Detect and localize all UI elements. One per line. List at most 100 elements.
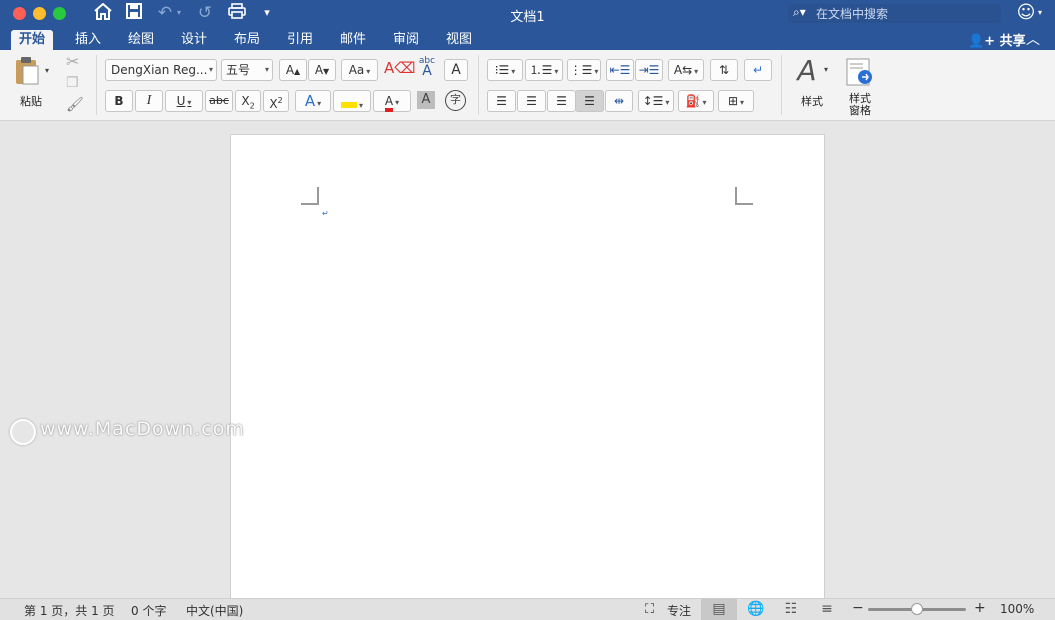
- character-shading-icon[interactable]: A: [417, 91, 435, 109]
- borders-button[interactable]: ⊞ ▾: [718, 90, 754, 112]
- paste-icon[interactable]: [13, 56, 41, 86]
- enclose-char-text: 字: [450, 93, 461, 106]
- shrink-font-button[interactable]: A▼: [308, 59, 336, 81]
- search-input[interactable]: [816, 5, 996, 22]
- tab-references[interactable]: 引用: [279, 30, 321, 50]
- share-button[interactable]: 👤+ 共享: [968, 30, 1026, 49]
- focus-label[interactable]: 专注: [667, 602, 691, 619]
- italic-button[interactable]: I: [135, 90, 163, 112]
- tab-insert[interactable]: 插入: [67, 30, 109, 50]
- tab-mailings[interactable]: 邮件: [332, 30, 374, 50]
- search-box[interactable]: ⌕▾: [788, 4, 1001, 23]
- align-center-button[interactable]: ☰: [517, 90, 546, 112]
- font-size-select[interactable]: 五号 ▾: [221, 59, 273, 81]
- tab-review[interactable]: 审阅: [385, 30, 427, 50]
- align-right-button[interactable]: ☰: [547, 90, 576, 112]
- zoom-out-icon[interactable]: −: [852, 600, 864, 616]
- align-left-button[interactable]: ☰: [487, 90, 516, 112]
- highlighter-icon: [340, 102, 357, 108]
- clear-formatting-icon[interactable]: A⌫: [384, 59, 415, 77]
- text-effects-button[interactable]: A ▾: [295, 90, 331, 112]
- outline-view-icon[interactable]: ☷: [773, 599, 809, 620]
- cut-icon[interactable]: ✂: [66, 52, 79, 71]
- paste-label: 粘贴: [20, 95, 42, 108]
- change-case-button[interactable]: Aa ▾: [341, 59, 378, 81]
- font-name-value: DengXian Reg...: [111, 63, 208, 77]
- tab-view[interactable]: 视图: [438, 30, 480, 50]
- line-spacing-button[interactable]: ↕☰ ▾: [638, 90, 674, 112]
- paint-bucket-icon: ⛽: [685, 94, 701, 108]
- styles-pane-icon[interactable]: [845, 57, 875, 87]
- font-color-button[interactable]: A ▾: [373, 90, 411, 112]
- smiley-icon[interactable]: ☺: [1016, 3, 1036, 23]
- character-border-icon: A: [451, 62, 461, 78]
- superscript-button[interactable]: X2: [263, 90, 289, 112]
- web-layout-view-icon[interactable]: 🌐: [738, 599, 774, 620]
- sort-button[interactable]: ⇅: [710, 59, 738, 81]
- page-count[interactable]: 第 1 页，共 1 页: [24, 602, 115, 619]
- font-size-value: 五号: [226, 63, 251, 77]
- grow-font-button[interactable]: A▲: [279, 59, 307, 81]
- distributed-button[interactable]: ⇹: [605, 90, 633, 112]
- shading-button[interactable]: ⛽ ▾: [678, 90, 714, 112]
- strikethrough-button[interactable]: abc: [205, 90, 233, 112]
- numbering-button[interactable]: ⒈☰ ▾: [525, 59, 563, 81]
- underline-button[interactable]: U ▾: [165, 90, 203, 112]
- zoom-in-icon[interactable]: +: [974, 600, 986, 616]
- chevron-down-icon: ▾: [208, 65, 213, 74]
- align-left-icon: ☰: [496, 94, 507, 108]
- text-direction-icon: A⇆: [673, 63, 693, 77]
- font-name-select[interactable]: DengXian Reg... ▾: [105, 59, 217, 81]
- tab-draw[interactable]: 绘图: [120, 30, 162, 50]
- enclose-characters-icon[interactable]: 字: [445, 90, 466, 111]
- show-formatting-marks-button[interactable]: ↵: [744, 59, 772, 81]
- format-painter-icon[interactable]: 🖌: [66, 97, 84, 113]
- bold-button[interactable]: B: [105, 90, 133, 112]
- multilevel-list-button[interactable]: ⋮☰ ▾: [567, 59, 601, 81]
- increase-indent-button[interactable]: ⇥☰: [635, 59, 663, 81]
- styles-label: 样式: [801, 95, 823, 108]
- bold-icon: B: [114, 94, 124, 108]
- numbering-icon: ⒈☰: [529, 63, 553, 77]
- character-shading-letter: A: [421, 92, 431, 107]
- paste-dropdown-icon[interactable]: ▾: [45, 66, 49, 75]
- styles-icon[interactable]: A: [793, 54, 821, 87]
- character-border-button[interactable]: A: [444, 59, 468, 81]
- divider: [781, 55, 782, 115]
- draft-view-icon[interactable]: ≡: [809, 599, 845, 620]
- sort-icon: ⇅: [718, 63, 730, 77]
- ribbon-tab-bar: 开始 插入 绘图 设计 布局 引用 邮件 审阅 视图 👤+ 共享 ︿: [0, 27, 1055, 50]
- decrease-indent-icon: ⇤☰: [609, 63, 631, 77]
- bullets-icon: ⁝☰: [494, 63, 510, 77]
- superscript-mark: 2: [277, 96, 283, 105]
- bullets-button[interactable]: ⁝☰ ▾: [487, 59, 523, 81]
- search-icon: ⌕▾: [793, 5, 806, 19]
- feedback-dropdown-icon[interactable]: ▾: [1035, 3, 1045, 23]
- subscript-button[interactable]: X2: [235, 90, 261, 112]
- word-count[interactable]: 0 个字: [131, 602, 166, 619]
- styles-dropdown-icon[interactable]: ▾: [824, 65, 828, 74]
- zoom-level[interactable]: 100%: [1000, 602, 1034, 616]
- print-layout-view-icon[interactable]: ▤: [701, 599, 737, 620]
- tab-design[interactable]: 设计: [173, 30, 215, 50]
- tab-layout[interactable]: 布局: [226, 30, 268, 50]
- document-workspace: ↵ www.MacDown.com: [0, 121, 1055, 604]
- zoom-slider-thumb[interactable]: [911, 603, 923, 615]
- right-margin-corner: [735, 187, 753, 205]
- copy-icon[interactable]: ❐: [66, 75, 79, 91]
- collapse-ribbon-icon[interactable]: ︿: [1026, 29, 1040, 49]
- language-status[interactable]: 中文(中国): [186, 602, 243, 619]
- phonetic-guide-icon[interactable]: abc A: [414, 56, 440, 78]
- focus-icon[interactable]: ⛶: [645, 602, 654, 617]
- zoom-slider[interactable]: [868, 603, 966, 615]
- text-direction-button[interactable]: A⇆ ▾: [668, 59, 704, 81]
- justify-button[interactable]: ☰: [575, 90, 604, 112]
- phonetic-bottom: A: [422, 63, 432, 79]
- add-person-icon: 👤+: [968, 34, 996, 49]
- document-page[interactable]: ↵: [230, 134, 825, 604]
- tab-home[interactable]: 开始: [11, 30, 54, 50]
- decrease-indent-button[interactable]: ⇤☰: [606, 59, 634, 81]
- highlight-button[interactable]: ▾: [333, 90, 371, 112]
- borders-icon: ⊞: [727, 94, 739, 108]
- multilevel-list-icon: ⋮☰: [569, 63, 593, 77]
